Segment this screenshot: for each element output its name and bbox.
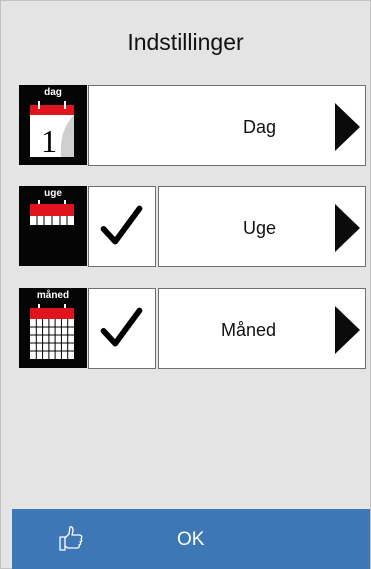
day-arrow-icon (335, 103, 360, 151)
day-option-label: Dag (243, 117, 277, 137)
ok-label: OK (177, 529, 205, 550)
month-option-label: Måned (221, 320, 277, 340)
month-calendar-graphic (30, 304, 74, 359)
week-checkbox[interactable] (88, 186, 156, 267)
day-calendar-graphic: 1 (30, 101, 74, 159)
week-arrow-icon (335, 204, 360, 252)
month-arrow-icon (335, 306, 360, 354)
page-title: Indstillinger (127, 29, 244, 55)
svg-text:1: 1 (41, 123, 57, 159)
day-option-button[interactable]: Dag (88, 85, 366, 166)
day-calendar-icon: dag 1 (19, 85, 87, 165)
month-check-icon (100, 307, 143, 347)
ok-button[interactable]: OK (12, 509, 370, 569)
month-calendar-icon: måned (19, 288, 87, 368)
month-option-button[interactable]: Måned (158, 288, 366, 369)
month-checkbox[interactable] (88, 288, 156, 369)
week-calendar-icon: uge (19, 186, 87, 266)
week-option-label: Uge (243, 218, 277, 238)
week-check-icon (100, 205, 143, 245)
settings-panel: Indstillinger dag 1 Dag uge Uge måned Må… (0, 0, 371, 569)
week-calendar-graphic (30, 200, 74, 225)
week-option-button[interactable]: Uge (158, 186, 366, 267)
thumbs-up-icon (59, 526, 83, 551)
